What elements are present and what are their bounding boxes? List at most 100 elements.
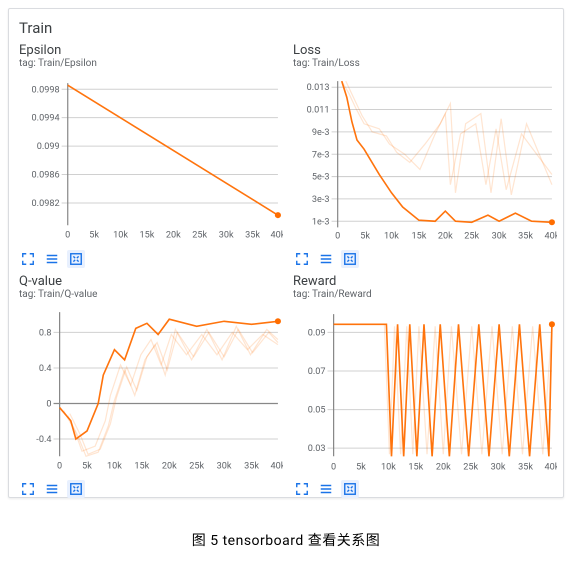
svg-text:0.0998: 0.0998 <box>32 85 60 95</box>
svg-text:35k: 35k <box>245 230 260 240</box>
svg-text:35k: 35k <box>518 462 533 472</box>
expand-icon[interactable] <box>293 250 311 268</box>
x-ticks: 0 5k 10k 15k 20k 25k 30k 35k 40k <box>331 462 557 472</box>
chart-title: Q-value <box>19 274 283 289</box>
svg-text:20k: 20k <box>438 232 453 242</box>
svg-text:15k: 15k <box>411 232 426 242</box>
svg-text:0.8: 0.8 <box>39 328 52 338</box>
plot-svg: 0.013 0.011 9e-3 7e-3 5e-3 3e-3 1e-3 0 5… <box>293 73 557 246</box>
list-icon[interactable] <box>317 250 335 268</box>
series-shadow <box>342 81 552 195</box>
plot-qvalue[interactable]: 0.8 0.4 0 -0.4 0 5k 10k 15k 20k 25k 30k <box>19 304 283 477</box>
list-icon[interactable] <box>317 480 335 498</box>
svg-text:15k: 15k <box>134 461 149 471</box>
x-ticks: 0 5k 10k 15k 20k 25k 30k 35k 40k <box>335 232 557 242</box>
svg-text:0: 0 <box>331 462 336 472</box>
chart-title: Reward <box>293 274 557 289</box>
svg-text:30k: 30k <box>217 461 232 471</box>
y-grid <box>332 87 552 221</box>
panel-title: Train <box>19 19 557 37</box>
series-epsilon <box>68 85 278 215</box>
svg-text:40k: 40k <box>544 232 557 242</box>
svg-text:25k: 25k <box>463 462 478 472</box>
fit-icon[interactable] <box>67 480 85 498</box>
svg-text:0: 0 <box>65 230 70 240</box>
svg-text:5k: 5k <box>89 230 99 240</box>
svg-text:0.09: 0.09 <box>308 328 326 338</box>
svg-text:10k: 10k <box>384 232 399 242</box>
fit-icon[interactable] <box>341 250 359 268</box>
svg-text:30k: 30k <box>219 230 234 240</box>
last-point-dot <box>275 212 281 218</box>
chart-tag: tag: Train/Loss <box>293 58 557 69</box>
last-point-dot <box>549 219 555 225</box>
plot-loss[interactable]: 0.013 0.011 9e-3 7e-3 5e-3 3e-3 1e-3 0 5… <box>293 73 557 246</box>
svg-text:0.03: 0.03 <box>308 444 326 454</box>
chart-title: Loss <box>293 43 557 58</box>
chart-toolbar <box>293 480 557 498</box>
svg-text:25k: 25k <box>192 230 207 240</box>
svg-text:20k: 20k <box>436 462 451 472</box>
chart-toolbar <box>19 250 283 268</box>
x-ticks: 0 5k 10k 15k 20k 25k 30k 35k 40k <box>65 230 283 240</box>
series-reward <box>334 324 552 456</box>
svg-text:10k: 10k <box>107 461 122 471</box>
svg-text:5k: 5k <box>356 462 366 472</box>
svg-text:10k: 10k <box>113 230 128 240</box>
train-panel: Train Epsilon tag: Train/Epsilon 0.0998 <box>8 8 564 498</box>
series-qvalue <box>60 319 278 439</box>
plot-svg: 0.0998 0.0994 0.099 0.0986 0.0982 0 5k 1… <box>19 73 283 246</box>
svg-text:10k: 10k <box>381 462 396 472</box>
chart-toolbar <box>19 480 283 498</box>
y-grid <box>54 332 278 439</box>
svg-text:20k: 20k <box>166 230 181 240</box>
chart-tag: tag: Train/Epsilon <box>19 58 283 69</box>
svg-text:0.0982: 0.0982 <box>32 199 60 209</box>
svg-text:25k: 25k <box>189 461 204 471</box>
plot-reward[interactable]: 0.09 0.07 0.05 0.03 0 5k 10k 15k 20k 25k… <box>293 304 557 477</box>
svg-text:40k: 40k <box>270 461 283 471</box>
svg-text:15k: 15k <box>139 230 154 240</box>
svg-text:0: 0 <box>335 232 340 242</box>
svg-text:40k: 40k <box>270 230 283 240</box>
plot-epsilon[interactable]: 0.0998 0.0994 0.099 0.0986 0.0982 0 5k 1… <box>19 73 283 246</box>
svg-text:-0.4: -0.4 <box>36 435 51 445</box>
chart-reward: Reward tag: Train/Reward 0.09 0.07 0.05 … <box>293 274 557 499</box>
chart-title: Epsilon <box>19 43 283 58</box>
chart-loss: Loss tag: Train/Loss 0.013 0.011 9e-3 <box>293 43 557 268</box>
fit-icon[interactable] <box>341 480 359 498</box>
series-shadow <box>64 326 278 456</box>
svg-text:0.07: 0.07 <box>308 367 326 377</box>
svg-text:5k: 5k <box>360 232 370 242</box>
figure-caption: 图 5 tensorboard 查看关系图 <box>8 498 564 550</box>
svg-text:3e-3: 3e-3 <box>312 195 330 205</box>
svg-text:20k: 20k <box>162 461 177 471</box>
svg-text:0: 0 <box>57 461 62 471</box>
list-icon[interactable] <box>43 480 61 498</box>
expand-icon[interactable] <box>293 480 311 498</box>
x-ticks: 0 5k 10k 15k 20k 25k 30k 35k 40k <box>57 461 283 471</box>
expand-icon[interactable] <box>19 250 37 268</box>
chart-qvalue: Q-value tag: Train/Q-value 0.8 0.4 0 -0.… <box>19 274 283 499</box>
last-point-dot <box>549 321 555 327</box>
expand-icon[interactable] <box>19 480 37 498</box>
svg-text:0.0994: 0.0994 <box>32 114 60 124</box>
svg-text:30k: 30k <box>492 232 507 242</box>
last-point-dot <box>275 318 281 324</box>
svg-text:7e-3: 7e-3 <box>312 150 330 160</box>
svg-text:0.099: 0.099 <box>37 142 60 152</box>
chart-toolbar <box>293 250 557 268</box>
svg-text:0.0986: 0.0986 <box>32 171 60 181</box>
plot-svg: 0.09 0.07 0.05 0.03 0 5k 10k 15k 20k 25k… <box>293 304 557 477</box>
svg-text:9e-3: 9e-3 <box>312 128 330 138</box>
list-icon[interactable] <box>43 250 61 268</box>
chart-epsilon: Epsilon tag: Train/Epsilon 0.0998 0.0994… <box>19 43 283 268</box>
fit-icon[interactable] <box>67 250 85 268</box>
svg-text:25k: 25k <box>464 232 479 242</box>
svg-text:35k: 35k <box>244 461 259 471</box>
svg-text:1e-3: 1e-3 <box>312 217 330 227</box>
svg-text:5e-3: 5e-3 <box>312 173 330 183</box>
svg-text:0.011: 0.011 <box>307 106 330 116</box>
svg-text:35k: 35k <box>518 232 533 242</box>
plot-svg: 0.8 0.4 0 -0.4 0 5k 10k 15k 20k 25k 30k <box>19 304 283 477</box>
